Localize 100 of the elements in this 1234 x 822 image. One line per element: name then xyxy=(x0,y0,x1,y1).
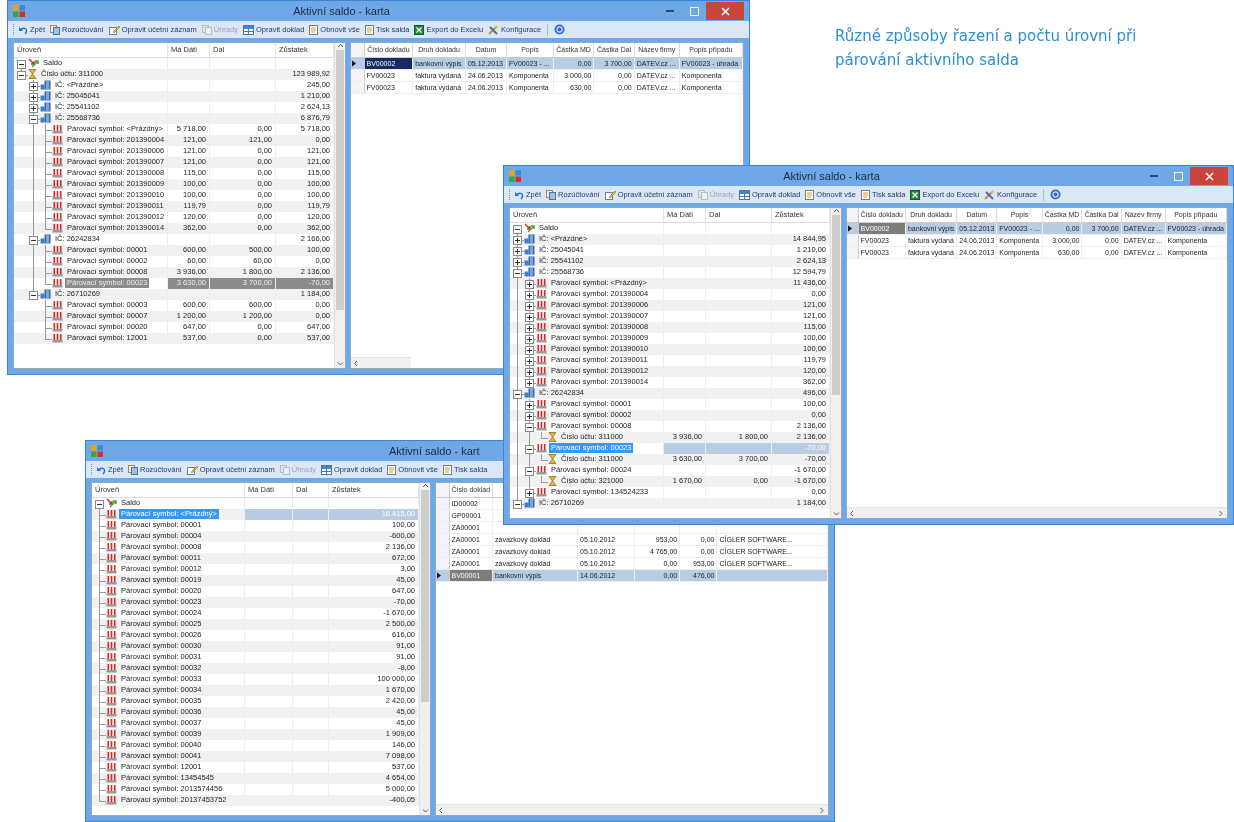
expand-toggle[interactable] xyxy=(29,81,38,91)
vertical-scrollbar[interactable] xyxy=(830,208,841,518)
undo-icon xyxy=(96,464,106,475)
bars-icon xyxy=(52,179,63,189)
bars-icon xyxy=(536,289,547,299)
expand-toggle[interactable] xyxy=(29,103,38,113)
arrows-icon xyxy=(106,498,117,508)
chevron-up-icon[interactable] xyxy=(832,208,840,215)
chevron-left-icon[interactable] xyxy=(849,509,856,517)
bars-icon xyxy=(536,465,547,475)
bars-icon xyxy=(106,685,117,695)
documents-icon xyxy=(128,464,138,475)
caption-text: Různé způsoby řazení a počtu úrovní při xyxy=(835,26,1137,47)
bars-icon xyxy=(52,278,63,288)
bars-icon xyxy=(106,619,117,629)
expand-toggle[interactable] xyxy=(525,345,534,355)
bars-icon xyxy=(106,597,117,607)
expand-toggle[interactable] xyxy=(525,334,534,344)
bars-icon xyxy=(52,311,63,321)
bars-icon xyxy=(106,509,117,519)
scroll-thumb[interactable] xyxy=(421,490,429,703)
pencil-icon xyxy=(108,24,120,35)
bars-icon xyxy=(536,344,547,354)
bars-icon xyxy=(52,267,63,277)
expand-toggle[interactable] xyxy=(513,257,522,267)
expand-toggle[interactable] xyxy=(525,411,534,421)
grip-handle[interactable] xyxy=(90,463,93,476)
close-button[interactable] xyxy=(1190,167,1228,185)
blocks-icon xyxy=(91,445,103,457)
expand-toggle[interactable] xyxy=(29,290,38,300)
expand-toggle[interactable] xyxy=(525,466,534,476)
expand-toggle[interactable] xyxy=(525,356,534,366)
bars-icon xyxy=(536,311,547,321)
scroll-thumb[interactable] xyxy=(832,215,840,395)
vertical-scrollbar[interactable] xyxy=(334,43,345,368)
chevron-up-icon[interactable] xyxy=(421,483,429,490)
expand-toggle[interactable] xyxy=(513,499,522,509)
bars-icon xyxy=(106,795,117,805)
scroll-thumb[interactable] xyxy=(336,50,344,310)
bars-icon xyxy=(536,300,547,310)
minimize-icon xyxy=(666,10,674,12)
arrows-icon xyxy=(524,223,535,233)
tools-icon xyxy=(984,189,996,200)
expand-toggle[interactable] xyxy=(525,312,534,322)
expand-toggle[interactable] xyxy=(525,279,534,289)
expand-toggle[interactable] xyxy=(525,400,534,410)
chevron-left-icon[interactable] xyxy=(438,806,445,814)
minimize-icon xyxy=(1150,175,1158,177)
close-button[interactable] xyxy=(706,2,744,20)
bars-icon xyxy=(106,652,117,662)
bars-icon xyxy=(536,366,547,376)
bars-icon xyxy=(536,278,547,288)
expand-toggle[interactable] xyxy=(525,444,534,454)
expand-toggle[interactable] xyxy=(513,389,522,399)
maximize-icon xyxy=(689,6,699,16)
bars-icon xyxy=(106,784,117,794)
undo-icon xyxy=(514,189,524,200)
expand-toggle[interactable] xyxy=(525,323,534,333)
bars-icon xyxy=(106,575,117,585)
bars-icon xyxy=(52,256,63,266)
vertical-scrollbar[interactable] xyxy=(419,483,430,815)
horizontal-scrollbar[interactable] xyxy=(847,507,1227,518)
expand-toggle[interactable] xyxy=(17,70,26,80)
expand-toggle[interactable] xyxy=(29,114,38,124)
expand-toggle[interactable] xyxy=(513,268,522,278)
pencil-icon xyxy=(604,189,616,200)
expand-toggle[interactable] xyxy=(525,290,534,300)
bars-icon xyxy=(536,410,547,420)
blocks-icon xyxy=(509,170,521,182)
expand-toggle[interactable] xyxy=(513,224,522,234)
chevron-up-icon[interactable] xyxy=(336,43,344,50)
bars-icon xyxy=(536,377,547,387)
expand-toggle[interactable] xyxy=(525,301,534,311)
chevron-left-icon[interactable] xyxy=(353,359,360,367)
undo-icon xyxy=(18,24,28,35)
expand-toggle[interactable] xyxy=(29,235,38,245)
maximize-icon xyxy=(1173,171,1183,181)
grip-handle[interactable] xyxy=(508,188,511,201)
building-icon xyxy=(524,498,535,508)
expand-toggle[interactable] xyxy=(513,246,522,256)
bars-icon xyxy=(52,245,63,255)
horizontal-scrollbar[interactable] xyxy=(351,357,411,368)
documents-icon xyxy=(201,24,212,35)
hourglass-icon xyxy=(28,69,37,79)
expand-toggle[interactable] xyxy=(29,92,38,102)
expand-toggle[interactable] xyxy=(95,499,104,509)
expand-toggle[interactable] xyxy=(525,378,534,388)
expand-toggle[interactable] xyxy=(525,488,534,498)
bars-icon xyxy=(52,223,63,233)
close-icon xyxy=(1204,171,1214,181)
expand-toggle[interactable] xyxy=(513,235,522,245)
bars-icon xyxy=(106,641,117,651)
bars-icon xyxy=(106,762,117,772)
expand-toggle[interactable] xyxy=(17,59,26,69)
bars-icon xyxy=(536,399,547,409)
grip-handle[interactable] xyxy=(12,23,15,36)
horizontal-scrollbar[interactable] xyxy=(436,804,828,815)
bars-icon xyxy=(106,751,117,761)
expand-toggle[interactable] xyxy=(525,367,534,377)
expand-toggle[interactable] xyxy=(525,422,534,432)
